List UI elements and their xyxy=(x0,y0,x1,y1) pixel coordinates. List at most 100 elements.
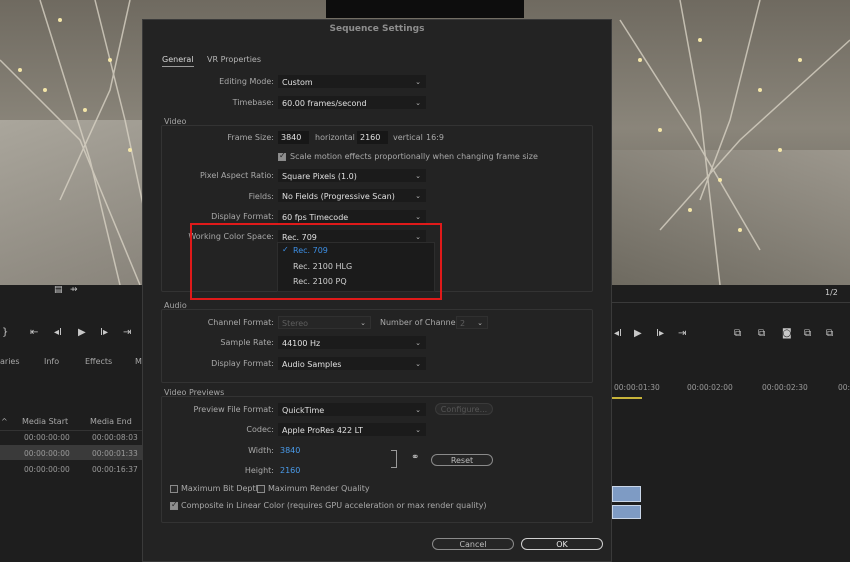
divider xyxy=(0,430,142,431)
audio-display-format-label: Display Format: xyxy=(211,359,274,368)
chevron-down-icon: ⌄ xyxy=(415,78,421,86)
link-icon[interactable]: ⚭ xyxy=(411,452,419,463)
display-format-select[interactable]: 60 fps Timecode ⌄ xyxy=(278,210,426,223)
preview-width-label: Width: xyxy=(248,446,274,455)
composite-linear-checkbox[interactable] xyxy=(170,500,178,510)
go-to-in-icon[interactable]: ⇤ xyxy=(30,327,38,338)
configure-button[interactable]: Configure... xyxy=(435,403,493,415)
preview-width-value[interactable]: 3840 xyxy=(280,446,300,455)
aspect-ratio-text: 16:9 xyxy=(426,133,444,142)
ok-button[interactable]: OK xyxy=(521,538,603,550)
fields-select[interactable]: No Fields (Progressive Scan) ⌄ xyxy=(278,189,426,202)
timecode-2: 00:00:02:00 xyxy=(687,383,733,392)
num-channels-select[interactable]: 2 ⌄ xyxy=(456,316,488,329)
reset-button[interactable]: Reset xyxy=(431,454,493,466)
row2-end: 00:00:01:33 xyxy=(92,449,138,458)
timecode-3: 00:00:02:30 xyxy=(762,383,808,392)
camera-icon[interactable]: ◙ xyxy=(782,328,792,339)
project-panel: ▤ ⇸ } ⇤ ◂I ▶ I▸ ⇥ aries Info Effects M ^… xyxy=(0,285,142,562)
max-render-quality-checkbox[interactable] xyxy=(257,485,265,493)
preview-file-format-label: Preview File Format: xyxy=(193,405,275,414)
composite-linear-label: Composite in Linear Color (requires GPU … xyxy=(181,501,487,510)
play-icon[interactable]: ▶ xyxy=(78,327,86,338)
panel-menu-icon[interactable]: ▤ xyxy=(54,285,63,295)
audio-display-format-select[interactable]: Audio Samples ⌄ xyxy=(278,357,426,370)
col-media-start[interactable]: Media Start xyxy=(22,417,68,426)
timecode-4: 00: xyxy=(838,383,850,392)
preview-file-format-select[interactable]: QuickTime ⌄ xyxy=(278,403,426,416)
chevron-down-icon: ⌄ xyxy=(415,172,421,180)
pixel-aspect-label: Pixel Aspect Ratio: xyxy=(200,171,274,180)
channel-format-select[interactable]: Stereo ⌄ xyxy=(278,316,371,329)
highlight-box xyxy=(190,223,442,300)
row2-start: 00:00:00:00 xyxy=(24,449,70,458)
go-to-out-icon[interactable]: ⇥ xyxy=(678,328,686,339)
button-editor-icon[interactable]: ⧉ xyxy=(804,328,811,339)
fields-label: Fields: xyxy=(248,192,274,201)
timeline-clip[interactable] xyxy=(612,505,641,519)
chevron-down-icon: ⌄ xyxy=(415,339,421,347)
sample-rate-label: Sample Rate: xyxy=(220,338,274,347)
vertical-label: vertical xyxy=(393,133,423,142)
scale-motion-label: Scale motion effects proportionally when… xyxy=(290,152,538,161)
timebase-select[interactable]: 60.00 frames/second ⌄ xyxy=(278,96,426,109)
chevron-down-icon: ⌄ xyxy=(415,360,421,368)
chevron-down-icon: ⌄ xyxy=(477,319,483,327)
editing-mode-select[interactable]: Custom ⌄ xyxy=(278,75,426,88)
timebase-label: Timebase: xyxy=(232,98,274,107)
tab-vr-properties[interactable]: VR Properties xyxy=(207,55,261,64)
tab-more[interactable]: M xyxy=(135,357,142,366)
play-icon[interactable]: ▶ xyxy=(634,328,642,339)
page-indicator: 1/2 xyxy=(825,288,838,297)
row3-start: 00:00:00:00 xyxy=(24,465,70,474)
codec-select[interactable]: Apple ProRes 422 LT ⌄ xyxy=(278,423,426,436)
col-media-end[interactable]: Media End xyxy=(90,417,132,426)
panel-arrows-icon[interactable]: ⇸ xyxy=(70,285,78,295)
chevron-down-icon: ⌄ xyxy=(415,406,421,414)
frame-height-input[interactable]: 2160 xyxy=(357,131,388,144)
num-channels-label: Number of Channels: xyxy=(380,318,465,327)
channel-format-label: Channel Format: xyxy=(207,318,274,327)
horizontal-label: horizontal xyxy=(315,133,355,142)
cancel-button[interactable]: Cancel xyxy=(432,538,514,550)
sample-rate-select[interactable]: 44100 Hz ⌄ xyxy=(278,336,426,349)
extract-icon[interactable]: ⧉ xyxy=(758,328,765,339)
tab-libraries[interactable]: aries xyxy=(0,357,20,366)
divider xyxy=(612,302,850,303)
step-back-icon[interactable]: ◂I xyxy=(54,327,62,338)
frame-width-input[interactable]: 3840 xyxy=(278,131,309,144)
tab-info[interactable]: Info xyxy=(44,357,59,366)
preview-height-value[interactable]: 2160 xyxy=(280,466,300,475)
row3-end: 00:00:16:37 xyxy=(92,465,138,474)
editing-mode-label: Editing Mode: xyxy=(219,77,274,86)
tab-effects[interactable]: Effects xyxy=(85,357,112,366)
max-bit-depth-label: Maximum Bit Depth xyxy=(181,484,261,493)
max-render-quality-label: Maximum Render Quality xyxy=(268,484,370,493)
max-bit-depth-checkbox[interactable] xyxy=(170,485,178,493)
step-forward-icon[interactable]: I▸ xyxy=(656,328,664,339)
chevron-down-icon: ⌄ xyxy=(415,192,421,200)
link-bracket xyxy=(391,450,397,468)
step-back-icon[interactable]: ◂I xyxy=(614,328,622,339)
row1-end: 00:00:08:03 xyxy=(92,433,138,442)
lift-icon[interactable]: ⧉ xyxy=(734,328,741,339)
codec-label: Codec: xyxy=(246,425,274,434)
preview-height-label: Height: xyxy=(244,466,274,475)
timeline-panel: 1/2 ◂I ▶ I▸ ⇥ ⧉ ⧉ ◙ ⧉ ⧉ 00:00:01:30 00:0… xyxy=(612,285,850,562)
chevron-down-icon: ⌄ xyxy=(415,426,421,434)
step-forward-icon[interactable]: I▸ xyxy=(100,327,108,338)
tab-general[interactable]: General xyxy=(162,55,194,67)
monitor-top-bar xyxy=(326,0,524,18)
row1-start: 00:00:00:00 xyxy=(24,433,70,442)
scale-motion-checkbox[interactable] xyxy=(278,151,286,161)
timecode-1: 00:00:01:30 xyxy=(614,383,660,392)
pixel-aspect-select[interactable]: Square Pixels (1.0) ⌄ xyxy=(278,169,426,182)
work-area-bar[interactable] xyxy=(612,397,642,399)
dialog-title: Sequence Settings xyxy=(329,24,425,34)
step-back-edge-icon[interactable]: } xyxy=(2,327,8,338)
go-to-out-icon[interactable]: ⇥ xyxy=(123,327,131,338)
timeline-clip[interactable] xyxy=(612,486,641,502)
sort-chevron-icon[interactable]: ^ xyxy=(1,417,8,426)
comparison-view-icon[interactable]: ⧉ xyxy=(826,328,833,339)
frame-size-label: Frame Size: xyxy=(227,133,274,142)
